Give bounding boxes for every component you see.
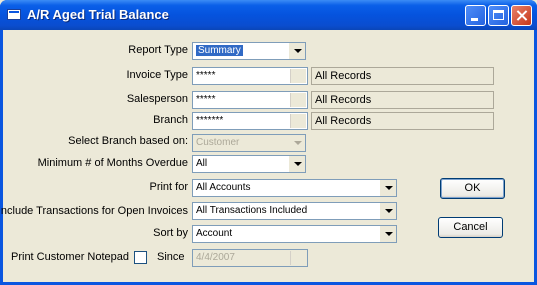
select-branch-value: Customer xyxy=(196,137,240,148)
salesperson-description: All Records xyxy=(311,91,494,109)
min-months-value: All xyxy=(196,158,208,169)
select-branch-select: Customer xyxy=(192,134,306,152)
cancel-button[interactable]: Cancel xyxy=(438,217,503,238)
since-date-value: 4/4/2007 xyxy=(196,252,235,263)
title-bar[interactable]: A/R Aged Trial Balance xyxy=(0,0,537,30)
invoice-type-value: ***** xyxy=(196,70,216,81)
since-date-input: 4/4/2007 xyxy=(192,249,308,267)
invoice-type-description: All Records xyxy=(311,67,494,85)
min-months-select[interactable]: All xyxy=(192,155,306,173)
invoice-type-input[interactable]: ***** xyxy=(192,67,308,85)
window-icon xyxy=(7,9,21,20)
chevron-down-icon xyxy=(289,135,305,151)
chevron-down-icon[interactable] xyxy=(380,180,396,196)
print-notepad-checkbox[interactable] xyxy=(134,251,147,264)
include-transactions-label: Include Transactions for Open Invoices xyxy=(0,205,188,217)
branch-description: All Records xyxy=(311,112,494,130)
branch-value: ******* xyxy=(196,115,224,126)
salesperson-value: ***** xyxy=(196,94,216,105)
minimize-button[interactable] xyxy=(465,5,486,26)
close-button[interactable] xyxy=(511,5,532,26)
salesperson-label: Salesperson xyxy=(126,93,188,105)
ok-button[interactable]: OK xyxy=(440,178,505,199)
chevron-down-icon[interactable] xyxy=(289,156,305,172)
chevron-down-icon[interactable] xyxy=(380,226,396,242)
print-notepad-label: Print Customer Notepad xyxy=(11,251,129,263)
sort-by-value: Account xyxy=(196,228,233,239)
lookup-button[interactable] xyxy=(290,114,306,128)
print-for-select[interactable]: All Accounts xyxy=(192,179,397,197)
branch-label: Branch xyxy=(153,114,188,126)
min-months-label: Minimum # of Months Overdue xyxy=(37,157,188,169)
report-type-select[interactable]: Summary xyxy=(192,42,306,60)
include-transactions-value: All Transactions Included xyxy=(196,205,308,216)
chevron-down-icon[interactable] xyxy=(289,43,305,59)
lookup-button[interactable] xyxy=(290,69,306,83)
salesperson-input[interactable]: ***** xyxy=(192,91,308,109)
invoice-type-label: Invoice Type xyxy=(126,69,188,81)
print-for-value: All Accounts xyxy=(196,182,251,193)
include-transactions-select[interactable]: All Transactions Included xyxy=(192,202,397,220)
since-label: Since xyxy=(157,251,185,263)
sort-by-select[interactable]: Account xyxy=(192,225,397,243)
date-picker-button xyxy=(290,251,306,265)
report-type-label: Report Type xyxy=(128,44,188,56)
window-title: A/R Aged Trial Balance xyxy=(27,7,169,22)
dialog-body: Report Type Summary Invoice Type ***** A… xyxy=(0,30,534,282)
branch-input[interactable]: ******* xyxy=(192,112,308,130)
maximize-button[interactable] xyxy=(488,5,509,26)
print-for-label: Print for xyxy=(149,181,188,193)
select-branch-label: Select Branch based on: xyxy=(68,135,188,147)
lookup-button[interactable] xyxy=(290,93,306,107)
sort-by-label: Sort by xyxy=(153,227,188,239)
chevron-down-icon[interactable] xyxy=(380,203,396,219)
dialog-window: A/R Aged Trial Balance Report Type Summa… xyxy=(0,0,537,285)
report-type-value: Summary xyxy=(196,45,243,56)
